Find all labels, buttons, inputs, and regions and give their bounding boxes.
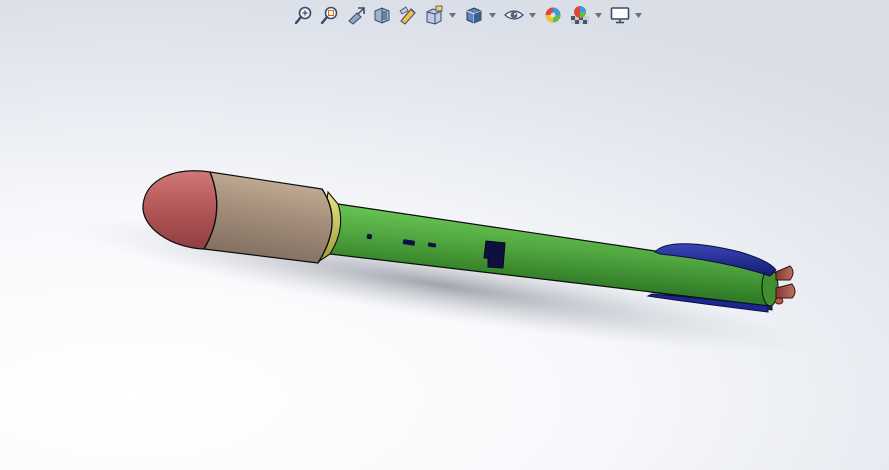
- section-view-icon: [372, 5, 392, 25]
- chevron-down-icon: [594, 12, 602, 18]
- zoom-to-fit-icon: [294, 5, 314, 25]
- section-view-button[interactable]: [370, 3, 394, 27]
- apply-scene-icon: [570, 5, 590, 25]
- previous-view-button[interactable]: [344, 3, 368, 27]
- chevron-down-icon: [634, 12, 642, 18]
- payload-fairing[interactable]: [203, 171, 333, 264]
- rocket-model[interactable]: [0, 0, 889, 470]
- heads-up-view-toolbar: [292, 2, 648, 28]
- edit-appearance-button[interactable]: [542, 3, 566, 27]
- previous-view-icon: [346, 5, 366, 25]
- view-orientation-dropdown[interactable]: [448, 3, 456, 27]
- body-marking-dot: [366, 233, 373, 240]
- nozzle-lower: [775, 283, 796, 299]
- dynamic-annotation-views-button[interactable]: [396, 3, 420, 27]
- view-settings-button[interactable]: [608, 3, 632, 27]
- view-orientation-icon: [424, 5, 444, 25]
- apply-scene-dropdown[interactable]: [594, 3, 602, 27]
- view-settings-dropdown[interactable]: [634, 3, 642, 27]
- display-style-dropdown[interactable]: [488, 3, 496, 27]
- dynamic-annotation-views-icon: [398, 5, 418, 25]
- zoom-to-area-icon: [320, 5, 340, 25]
- monitor-icon: [610, 5, 630, 25]
- apply-scene-button[interactable]: [568, 3, 592, 27]
- edit-appearance-icon: [544, 5, 564, 25]
- graphics-area[interactable]: [0, 0, 889, 470]
- nozzle-upper: [775, 265, 794, 281]
- chevron-down-icon: [448, 12, 456, 18]
- hide-show-items-button[interactable]: [502, 3, 526, 27]
- chevron-down-icon: [488, 12, 496, 18]
- eye-icon: [504, 5, 524, 25]
- display-style-icon: [464, 5, 484, 25]
- chevron-down-icon: [528, 12, 536, 18]
- hide-show-items-dropdown[interactable]: [528, 3, 536, 27]
- zoom-to-area-button[interactable]: [318, 3, 342, 27]
- view-orientation-button[interactable]: [422, 3, 446, 27]
- nozzle-small: [774, 297, 784, 305]
- zoom-to-fit-button[interactable]: [292, 3, 316, 27]
- display-style-button[interactable]: [462, 3, 486, 27]
